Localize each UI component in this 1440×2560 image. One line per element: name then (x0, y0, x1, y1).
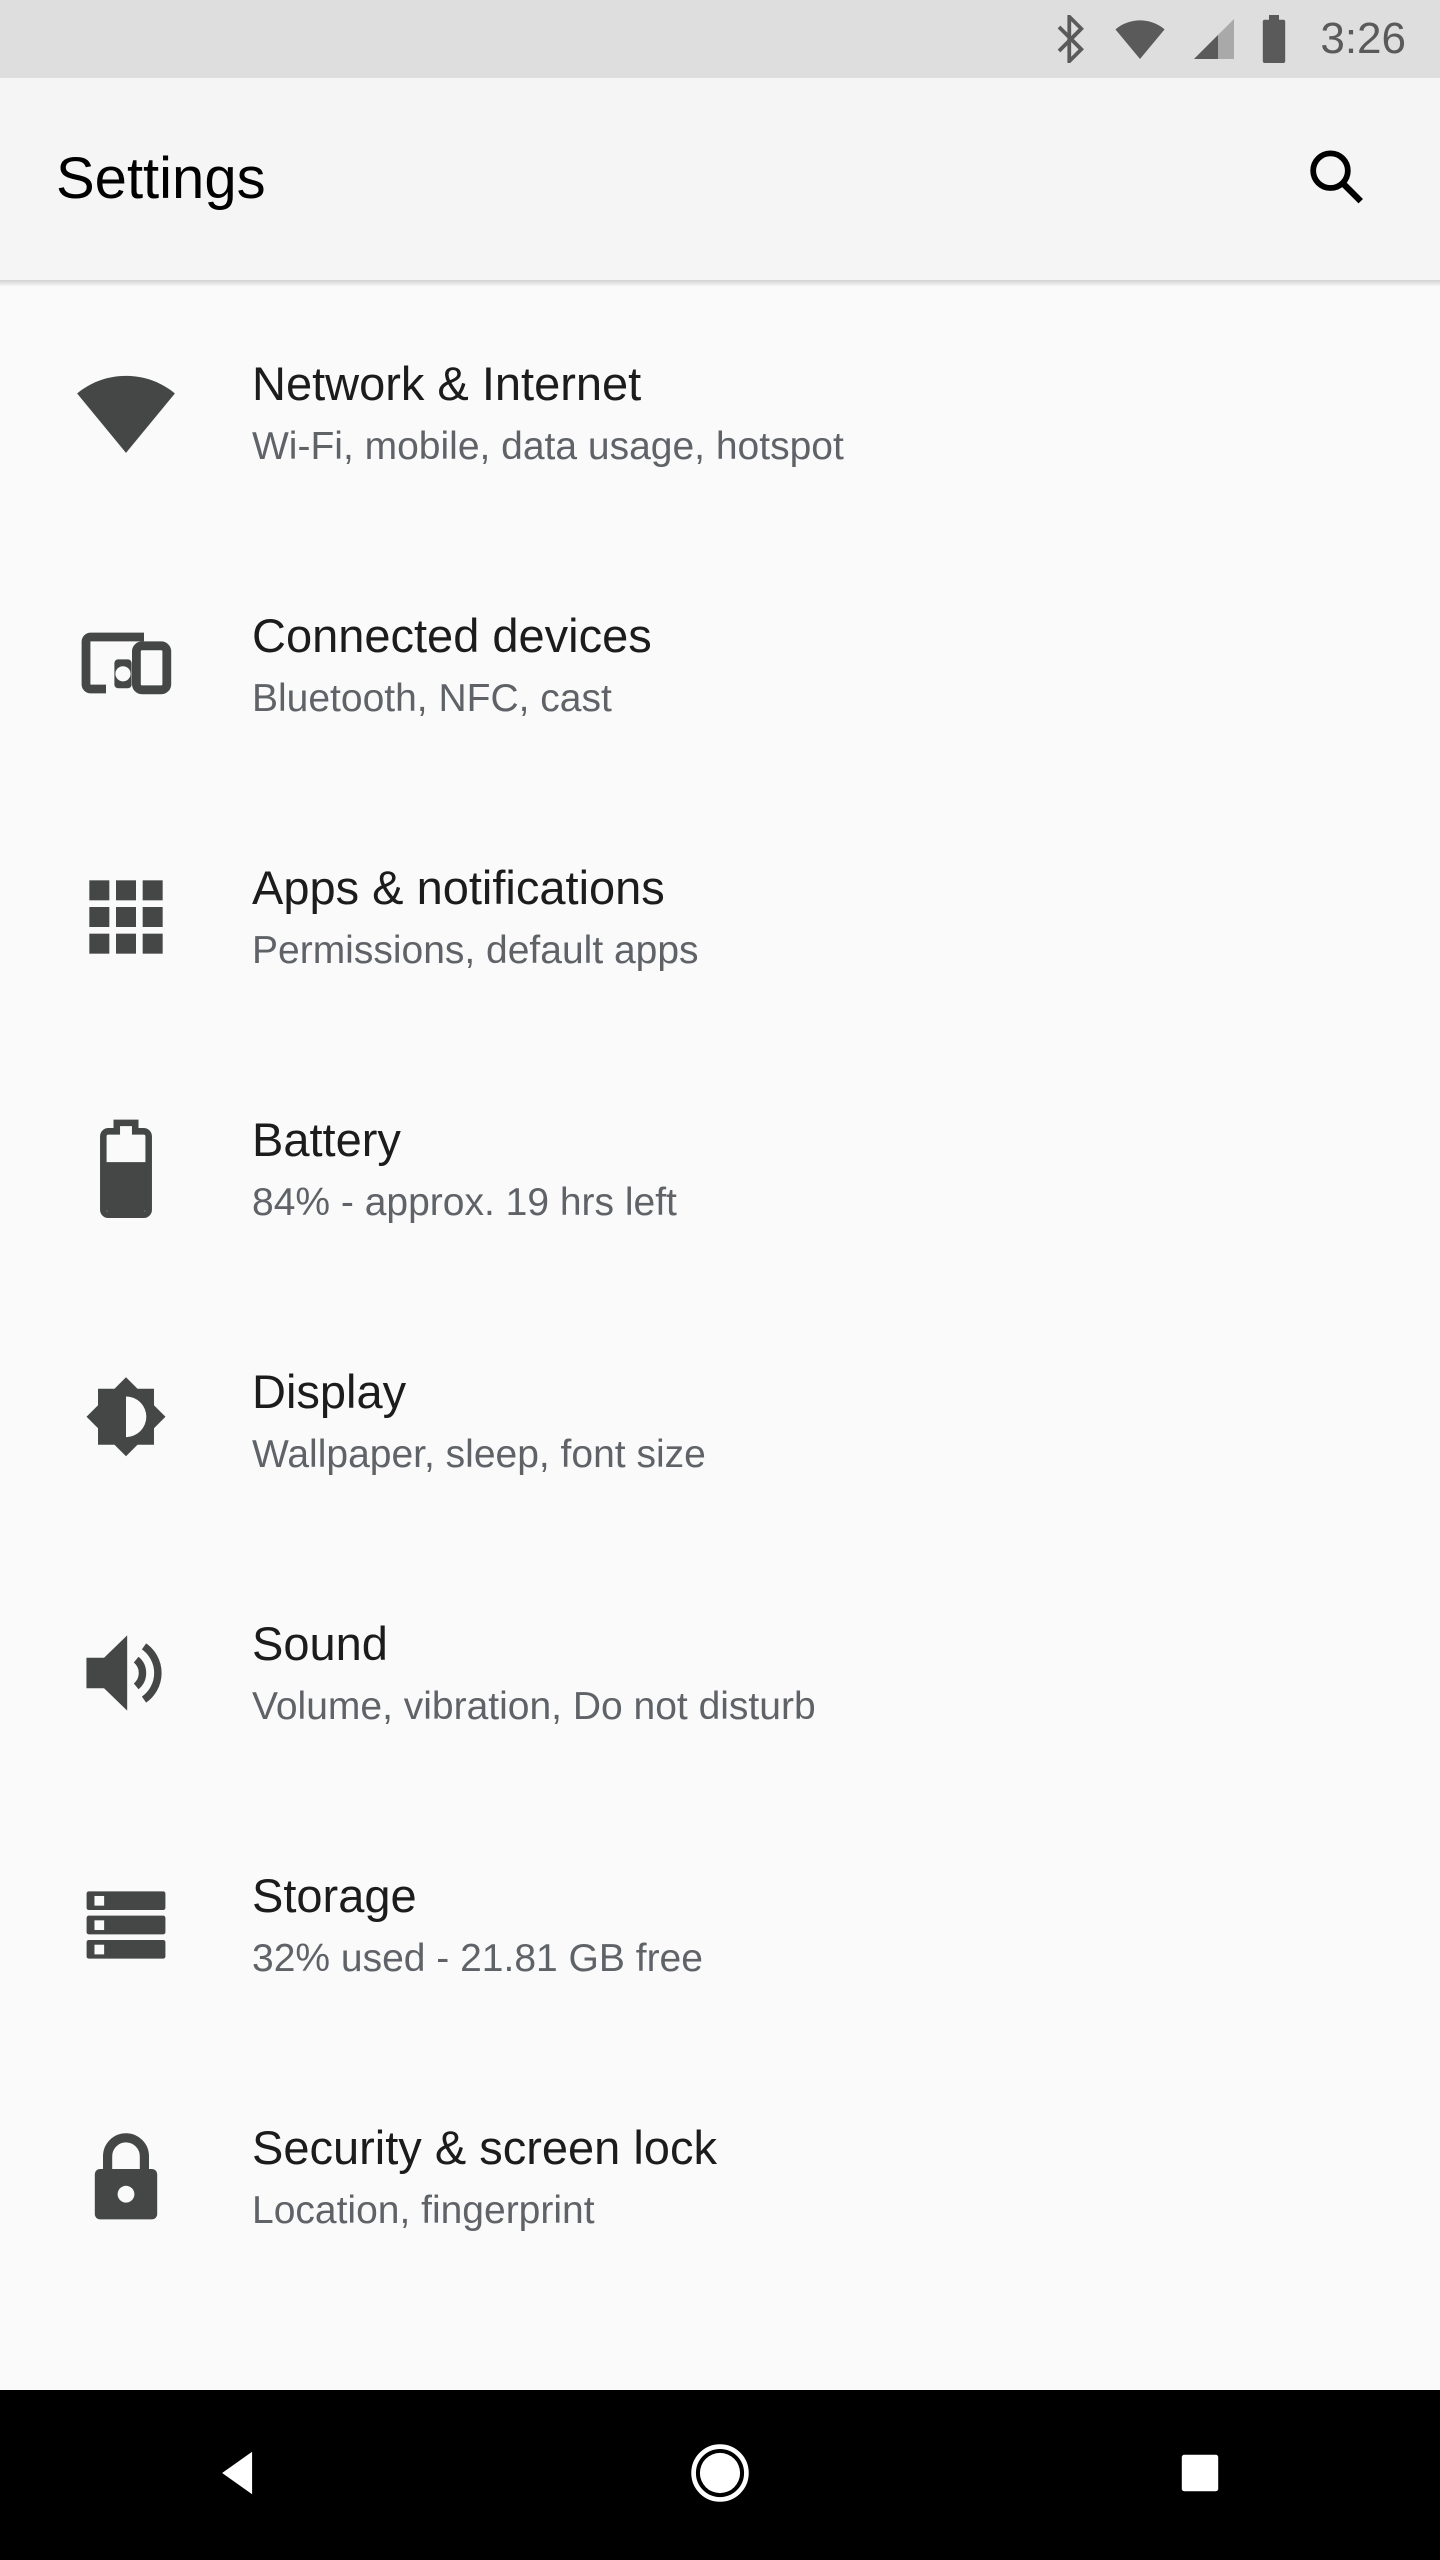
wifi-icon (0, 287, 252, 539)
app-bar: Settings (0, 78, 1440, 280)
settings-row-subtitle: 84% - approx. 19 hrs left (252, 1180, 677, 1226)
search-icon (1303, 144, 1369, 215)
settings-row-title: Battery (252, 1112, 677, 1167)
back-button[interactable] (140, 2390, 340, 2560)
settings-row-security-screen-lock[interactable]: Security & screen lock Location, fingerp… (0, 2051, 1440, 2303)
settings-row-sound[interactable]: Sound Volume, vibration, Do not disturb (0, 1547, 1440, 1799)
settings-row-connected-devices[interactable]: Connected devices Bluetooth, NFC, cast (0, 539, 1440, 791)
settings-row-title: Storage (252, 1868, 703, 1923)
apps-grid-icon (0, 791, 252, 1043)
settings-row-text: Display Wallpaper, sleep, font size (252, 1364, 706, 1478)
back-triangle-icon (211, 2444, 269, 2507)
app-bar-divider (0, 280, 1440, 287)
lock-icon (0, 2051, 252, 2303)
cellular-signal-icon (1188, 17, 1236, 61)
settings-screen: 3:26 Settings Network & Internet (0, 0, 1440, 2560)
settings-row-text: Network & Internet Wi-Fi, mobile, data u… (252, 356, 844, 470)
settings-row-user-accounts[interactable]: User & accounts (0, 2303, 1440, 2390)
bluetooth-icon (1050, 15, 1092, 63)
settings-row-text: Storage 32% used - 21.81 GB free (252, 1868, 703, 1982)
connected-devices-icon (0, 539, 252, 791)
settings-row-subtitle: Location, fingerprint (252, 2188, 717, 2234)
settings-row-subtitle: Permissions, default apps (252, 928, 699, 974)
storage-icon (0, 1799, 252, 2051)
settings-row-subtitle: Wi-Fi, mobile, data usage, hotspot (252, 424, 844, 470)
settings-row-display[interactable]: Display Wallpaper, sleep, font size (0, 1295, 1440, 1547)
wifi-icon (1114, 17, 1166, 61)
settings-row-battery[interactable]: Battery 84% - approx. 19 hrs left (0, 1043, 1440, 1295)
volume-icon (0, 1547, 252, 1799)
settings-row-apps-notifications[interactable]: Apps & notifications Permissions, defaul… (0, 791, 1440, 1043)
user-accounts-icon (0, 2303, 252, 2390)
recents-square-icon (1174, 2447, 1226, 2504)
page-title: Settings (56, 150, 266, 208)
settings-row-title: Connected devices (252, 608, 652, 663)
brightness-icon (0, 1295, 252, 1547)
settings-row-subtitle: Wallpaper, sleep, font size (252, 1432, 706, 1478)
settings-row-text: Apps & notifications Permissions, defaul… (252, 860, 699, 974)
settings-row-subtitle: Volume, vibration, Do not disturb (252, 1684, 816, 1730)
settings-row-subtitle: Bluetooth, NFC, cast (252, 676, 652, 722)
settings-row-title: Display (252, 1364, 706, 1419)
status-bar: 3:26 (0, 0, 1440, 78)
home-circle-icon (687, 2440, 753, 2511)
battery-icon (0, 1043, 252, 1295)
settings-row-title: Security & screen lock (252, 2120, 717, 2175)
settings-row-network-internet[interactable]: Network & Internet Wi-Fi, mobile, data u… (0, 287, 1440, 539)
settings-row-text: Security & screen lock Location, fingerp… (252, 2120, 717, 2234)
settings-row-text: Connected devices Bluetooth, NFC, cast (252, 608, 652, 722)
settings-row-title: Network & Internet (252, 356, 844, 411)
settings-row-text: Sound Volume, vibration, Do not disturb (252, 1616, 816, 1730)
search-button[interactable] (1286, 129, 1386, 229)
settings-row-text: Battery 84% - approx. 19 hrs left (252, 1112, 677, 1226)
settings-row-subtitle: 32% used - 21.81 GB free (252, 1936, 703, 1982)
settings-row-storage[interactable]: Storage 32% used - 21.81 GB free (0, 1799, 1440, 2051)
settings-list[interactable]: Network & Internet Wi-Fi, mobile, data u… (0, 287, 1440, 2390)
home-button[interactable] (620, 2390, 820, 2560)
navigation-bar (0, 2390, 1440, 2560)
settings-row-title: Apps & notifications (252, 860, 699, 915)
settings-row-title: Sound (252, 1616, 816, 1671)
status-bar-clock: 3:26 (1320, 17, 1406, 61)
recents-button[interactable] (1100, 2390, 1300, 2560)
battery-icon (1258, 15, 1290, 63)
